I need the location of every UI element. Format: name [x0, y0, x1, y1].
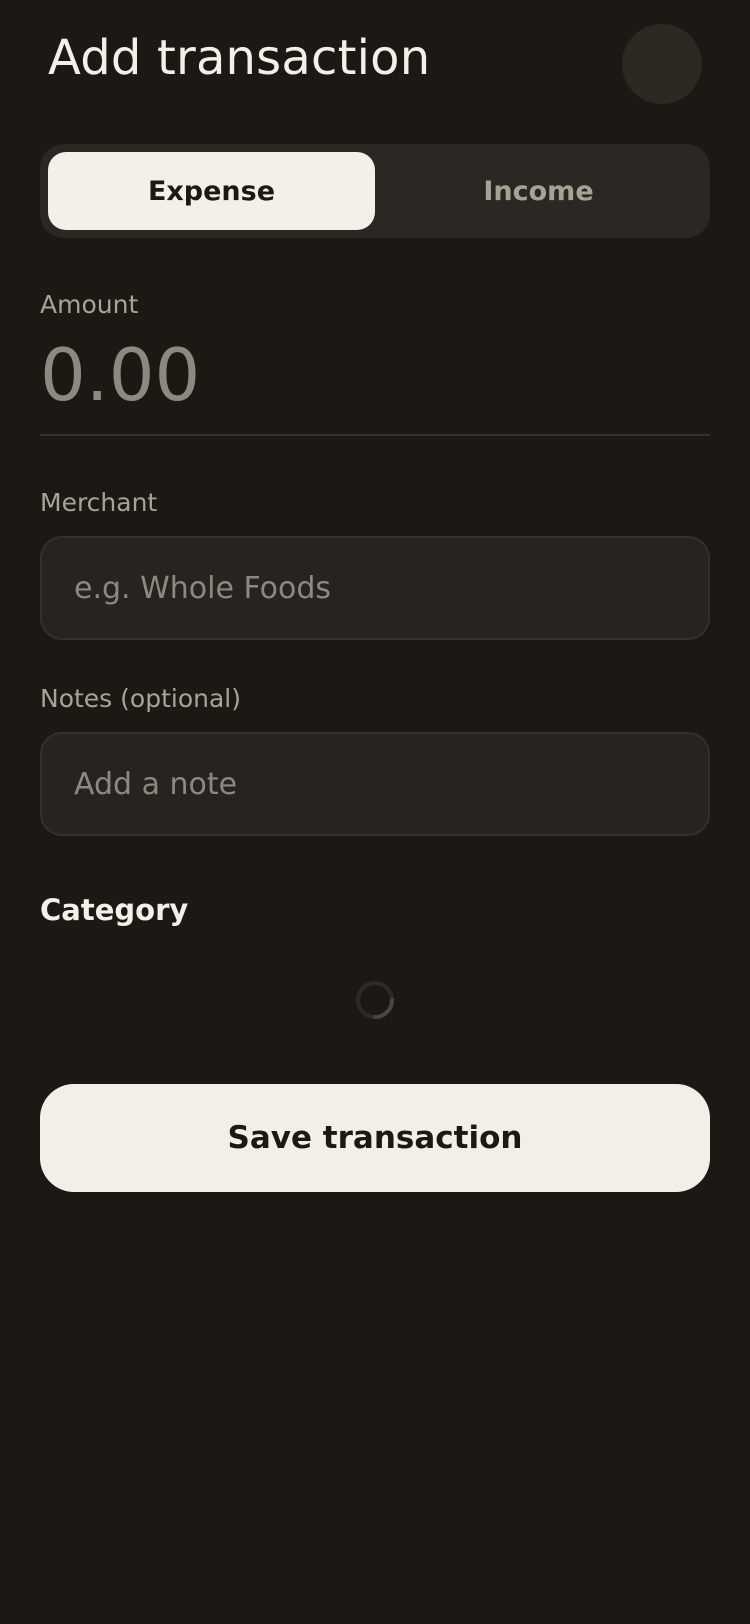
- expense-tab[interactable]: Expense: [48, 152, 375, 230]
- category-heading: Category: [40, 893, 189, 927]
- save-transaction-button[interactable]: Save transaction: [40, 1084, 710, 1192]
- notes-input[interactable]: [40, 732, 710, 836]
- amount-divider: [40, 434, 710, 436]
- merchant-label: Merchant: [40, 488, 158, 517]
- transaction-type-toggle: Expense Income: [40, 144, 710, 238]
- merchant-input[interactable]: [40, 536, 710, 640]
- page-title: Add transaction: [48, 30, 431, 86]
- notes-label: Notes (optional): [40, 684, 241, 713]
- amount-input[interactable]: [40, 330, 710, 420]
- loading-spinner-icon: [356, 981, 394, 1019]
- avatar[interactable]: [622, 24, 702, 104]
- income-tab[interactable]: Income: [375, 152, 702, 230]
- amount-label: Amount: [40, 290, 139, 319]
